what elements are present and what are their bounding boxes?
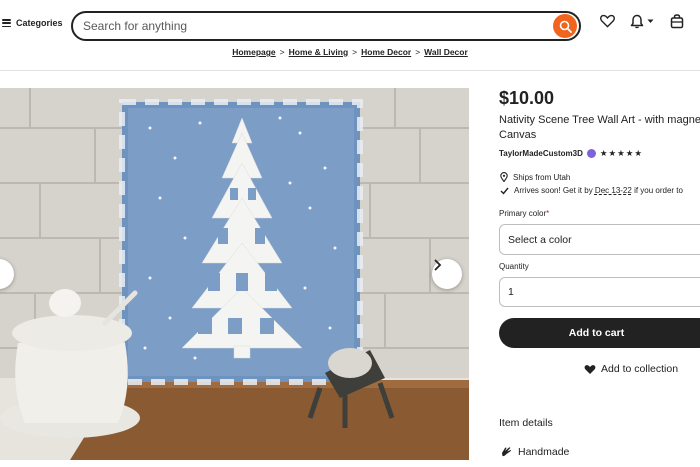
shopping-bag-icon (670, 14, 684, 29)
chevron-right-icon (434, 259, 442, 271)
add-to-collection-button[interactable]: Add to collection (584, 363, 678, 375)
star-seller-badge-icon (586, 149, 596, 158)
hand-icon (502, 447, 511, 457)
ships-from-text: Ships from Utah (513, 172, 571, 182)
heart-icon (600, 14, 615, 28)
arrival-estimate: Arrives soon! Get it by Dec 13-22 if you… (500, 186, 683, 195)
required-mark: * (546, 209, 550, 218)
breadcrumb-separator: > (279, 47, 285, 57)
arrival-date[interactable]: Dec 13-22 (595, 186, 632, 195)
breadcrumb-homepage[interactable]: Homepage (232, 47, 275, 57)
next-image-button[interactable] (432, 259, 462, 289)
star-icon: ★ (617, 148, 625, 159)
caret-down-icon (647, 19, 654, 23)
star-icon: ★ (625, 148, 634, 159)
site-header: Categories (0, 0, 700, 48)
arrival-suffix: if you order to (631, 186, 683, 195)
search-icon (559, 20, 572, 33)
handmade-detail: Handmade (500, 446, 569, 458)
breadcrumb-wall-decor[interactable]: Wall Decor (424, 47, 468, 57)
cart-button[interactable] (670, 14, 684, 29)
bell-icon (630, 14, 644, 29)
listing-title-line-2: Canvas (499, 129, 537, 141)
add-to-cart-button[interactable]: Add to cart (499, 318, 700, 348)
price: $10.00 (499, 88, 555, 108)
arrival-text: Arrives soon! Get it by Dec 13-22 if you… (514, 186, 683, 195)
location-pin-icon (500, 172, 508, 182)
checkmark-icon (500, 187, 509, 195)
breadcrumb: Homepage > Home & Living > Home Decor > Wall D… (0, 47, 700, 57)
quantity-select[interactable]: 1 (499, 277, 700, 307)
handmade-label: Handmade (518, 446, 570, 458)
heart-filled-icon (584, 364, 596, 374)
shop-info: TaylorMadeCustom3D ★ ★ ★ ★ ★ (499, 149, 642, 158)
star-icon: ★ (608, 148, 617, 159)
primary-color-label-text: Primary color (499, 209, 547, 218)
breadcrumb-home-living[interactable]: Home & Living (289, 47, 349, 57)
breadcrumb-separator: > (352, 47, 358, 57)
item-details-heading[interactable]: Item details (499, 417, 553, 429)
search-button[interactable] (553, 14, 577, 38)
favorites-button[interactable] (600, 14, 615, 28)
listing-title-line-1: Nativity Scene Tree Wall Art - with magn… (499, 114, 700, 126)
breadcrumb-separator: > (415, 47, 421, 57)
add-to-collection-label: Add to collection (601, 363, 679, 375)
product-photo (0, 88, 469, 460)
star-icon: ★ (599, 148, 608, 159)
categories-label: Categories (16, 18, 63, 28)
quantity-label: Quantity (499, 262, 529, 271)
listing-title: Nativity Scene Tree Wall Art - with magn… (499, 113, 700, 143)
notifications-button[interactable] (630, 14, 654, 29)
primary-color-select[interactable]: Select a color (499, 224, 700, 255)
search-input[interactable] (83, 19, 533, 33)
primary-color-label: Primary color* (499, 209, 549, 218)
header-divider (0, 70, 700, 71)
breadcrumb-home-decor[interactable]: Home Decor (361, 47, 411, 57)
star-icon: ★ (634, 148, 642, 159)
product-image-gallery (0, 88, 469, 460)
shop-name-link[interactable]: TaylorMadeCustom3D (499, 149, 583, 158)
categories-menu[interactable]: Categories (2, 18, 63, 28)
search-bar (71, 11, 581, 41)
hamburger-icon (2, 19, 11, 27)
ships-from: Ships from Utah (500, 172, 570, 182)
arrival-prefix: Arrives soon! Get it by (514, 186, 595, 195)
rating-stars[interactable]: ★ ★ ★ ★ ★ (600, 149, 642, 158)
